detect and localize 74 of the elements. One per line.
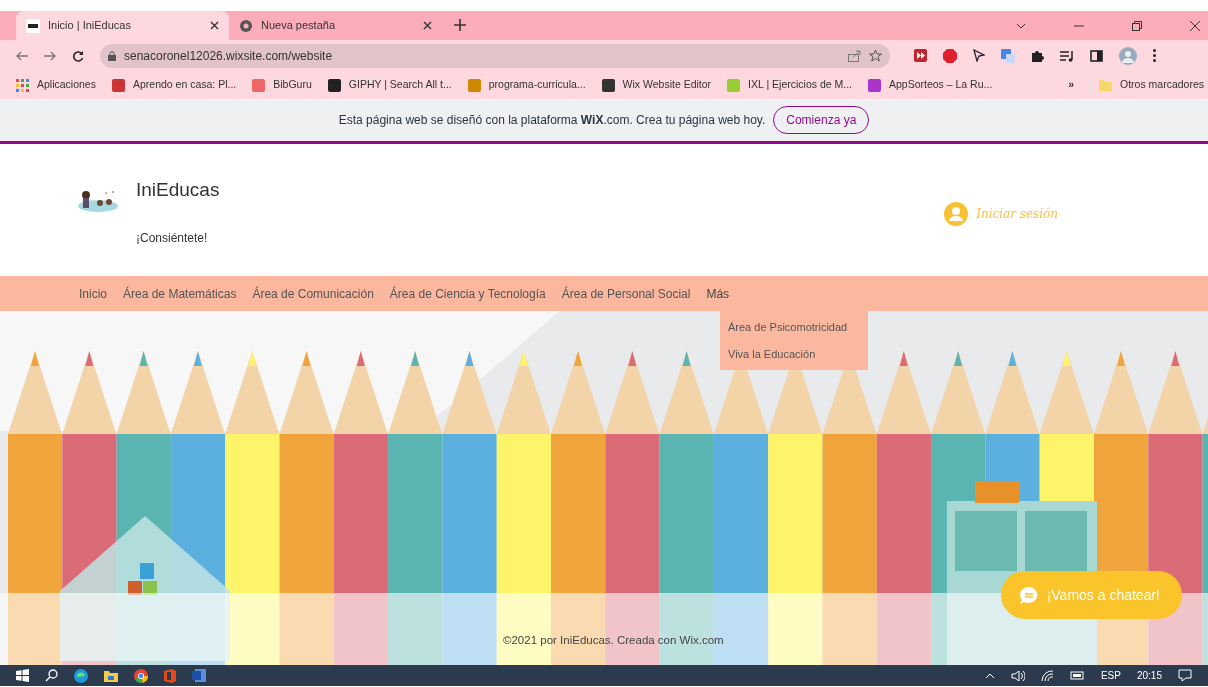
notification-icon[interactable]: [1178, 669, 1192, 682]
site-tagline: ¡Consiéntete!: [136, 229, 209, 247]
folder-icon: [1098, 79, 1112, 91]
banner-text: Esta página web se diseñó con la plataforma WiX.com. Crea tu página web hoy.: [338, 112, 766, 129]
back-arrow-icon[interactable]: [16, 50, 28, 61]
bookmark-item[interactable]: Wix Website Editor: [601, 77, 712, 93]
share-icon[interactable]: [848, 49, 861, 62]
favicon-icon: [252, 78, 266, 92]
apps-grid-icon: [16, 78, 29, 92]
playlist-icon[interactable]: [1060, 49, 1074, 62]
bookmarks-overflow-button[interactable]: »: [1068, 77, 1074, 93]
favicon-icon: [868, 78, 881, 92]
bookmark-item[interactable]: programa-curricula...: [467, 77, 586, 93]
puzzle-icon[interactable]: [1031, 49, 1044, 62]
nav-link[interactable]: Inicio: [71, 284, 115, 303]
tab-title: Nueva pestaña: [261, 18, 336, 34]
bookmark-item[interactable]: GIPHY | Search All t...: [327, 77, 452, 93]
reload-icon[interactable]: [72, 49, 84, 62]
close-icon[interactable]: [423, 21, 432, 30]
url-text: senacoronel12026.wixsite.com/website: [124, 47, 334, 65]
dropdown-item[interactable]: Viva la Educación: [720, 340, 868, 367]
nav-link[interactable]: Área de Ciencia y Tecnología: [381, 284, 554, 303]
edge-icon[interactable]: [74, 668, 88, 683]
browser-tab[interactable]: Inicio | IniEducas: [16, 11, 229, 40]
bookmark-item[interactable]: Aprendo en casa: Pl...: [111, 77, 237, 93]
office-icon[interactable]: [164, 668, 176, 683]
favicon-icon: [26, 18, 40, 33]
windows-start-icon[interactable]: [16, 669, 29, 682]
nav-link[interactable]: Más: [698, 284, 738, 303]
forward-arrow-icon[interactable]: [44, 50, 56, 61]
new-tab-icon[interactable]: [454, 19, 466, 31]
folder-icon[interactable]: [104, 669, 118, 682]
lock-icon: [108, 50, 116, 61]
search-icon[interactable]: [45, 669, 58, 682]
browser-tab[interactable]: Nueva pestaña: [229, 11, 442, 40]
speaker-icon[interactable]: [1010, 669, 1025, 682]
adblock-icon[interactable]: [943, 48, 957, 63]
nav-link[interactable]: Área de Matemáticas: [115, 284, 245, 303]
chevron-down-icon[interactable]: [1016, 22, 1026, 29]
word-icon[interactable]: [192, 669, 206, 682]
wifi-icon[interactable]: [1040, 669, 1054, 682]
favicon-icon: [727, 78, 741, 92]
other-bookmarks-folder[interactable]: Otros marcadores: [1089, 77, 1204, 93]
site-title[interactable]: IniEducas: [136, 176, 220, 205]
chevron-up-icon[interactable]: [984, 672, 995, 679]
nav-link[interactable]: Área de Comunicación: [244, 284, 382, 303]
nav-link[interactable]: Área de Personal Social: [553, 284, 699, 303]
extension-icon[interactable]: [914, 49, 927, 62]
user-avatar-icon: [944, 202, 969, 226]
favicon-icon: [601, 78, 615, 92]
copyright-text: ©2021 por IniEducas. Creada con Wix.com: [503, 633, 724, 648]
translate-icon[interactable]: [1001, 48, 1015, 63]
cursor-icon[interactable]: [973, 49, 985, 62]
chrome-icon[interactable]: [134, 668, 148, 683]
chat-bubble-icon: [1018, 585, 1039, 605]
battery-icon[interactable]: [1069, 671, 1085, 680]
more-menu-icon[interactable]: [1153, 49, 1156, 62]
favicon-icon: [467, 78, 481, 92]
address-bar[interactable]: senacoronel12026.wixsite.com/website: [100, 43, 890, 68]
clock-text[interactable]: 20:15: [1136, 668, 1162, 683]
bookmark-item[interactable]: BibGuru: [252, 77, 312, 93]
dropdown-item[interactable]: Área de Psicomotricidad: [720, 314, 868, 341]
bookmark-item[interactable]: AppSorteos – La Ru...: [868, 77, 993, 93]
favicon-icon: [327, 78, 341, 92]
bookmark-item[interactable]: Aplicaciones: [16, 77, 96, 93]
restore-icon[interactable]: [1132, 20, 1142, 31]
close-icon[interactable]: [210, 21, 219, 30]
bookmark-item[interactable]: IXL | Ejercicios de M...: [727, 77, 852, 93]
favicon-icon: [111, 78, 125, 92]
side-panel-icon[interactable]: [1090, 49, 1103, 62]
close-icon[interactable]: [1190, 20, 1200, 31]
language-indicator[interactable]: ESP: [1100, 668, 1121, 683]
star-icon[interactable]: [869, 49, 882, 62]
tab-title: Inicio | IniEducas: [48, 18, 132, 34]
